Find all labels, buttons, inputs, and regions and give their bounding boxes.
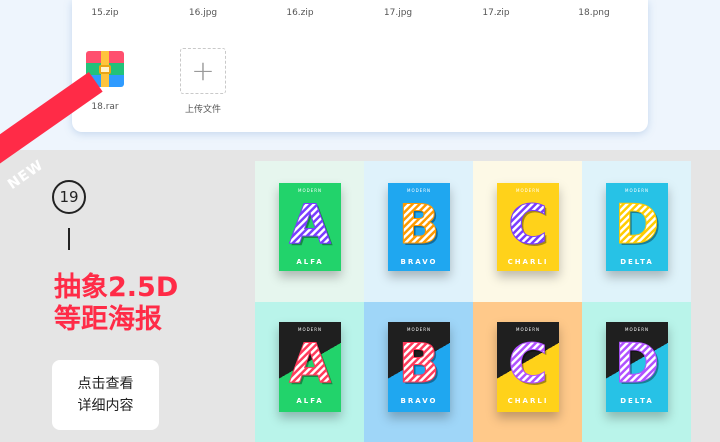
poster-cell: MODERN D D DELTA bbox=[582, 302, 691, 442]
view-details-line1: 点击查看 bbox=[77, 376, 134, 392]
promo-title-line1: 抽象2.5D bbox=[54, 272, 179, 303]
svg-text:B: B bbox=[398, 334, 439, 390]
poster-name: BRAVO bbox=[400, 258, 438, 266]
letter-b-icon: BB bbox=[398, 195, 442, 251]
poster-top-label: MODERN bbox=[516, 188, 540, 193]
poster-name: DELTA bbox=[620, 258, 654, 266]
plus-icon: + bbox=[191, 54, 215, 87]
letter-d-icon: DD bbox=[614, 334, 661, 390]
file-name-17zip[interactable]: 17.zip bbox=[466, 8, 526, 18]
file-name-16jpg[interactable]: 16.jpg bbox=[173, 8, 233, 18]
poster-top-label: MODERN bbox=[298, 188, 322, 193]
poster-name: ALFA bbox=[296, 258, 324, 266]
poster-thumbnail[interactable]: MODERN C C CHARLI bbox=[497, 183, 559, 271]
poster-name: CHARLI bbox=[507, 258, 549, 266]
poster-cell: MODERN A A ALFA bbox=[255, 302, 364, 442]
poster-thumbnail[interactable]: MODERN B B BRAVO bbox=[388, 322, 450, 412]
file-name-15zip[interactable]: 15.zip bbox=[75, 8, 135, 18]
poster-thumbnail[interactable]: MODERN D D DELTA bbox=[606, 322, 668, 412]
new-badge: NEW bbox=[5, 157, 47, 193]
upload-label: 上传文件 bbox=[184, 105, 221, 115]
svg-text:A: A bbox=[289, 195, 331, 251]
poster-thumbnail[interactable]: MODERN A A ALFA bbox=[279, 322, 341, 412]
letter-b-icon: BB bbox=[398, 334, 442, 390]
poster-cell: MODERN C C CHARLI bbox=[473, 161, 582, 302]
file-area: 15.zip 16.jpg 16.zip 17.jpg 17.zip 18.pn… bbox=[0, 0, 720, 150]
item-number: 19 bbox=[59, 188, 79, 206]
poster-thumbnail[interactable]: MODERN D D DELTA bbox=[606, 183, 668, 271]
poster-top-label: MODERN bbox=[298, 327, 322, 332]
poster-name: BRAVO bbox=[400, 397, 438, 405]
svg-text:A: A bbox=[289, 334, 331, 390]
poster-top-label: MODERN bbox=[625, 188, 649, 193]
svg-text:B: B bbox=[398, 195, 439, 251]
svg-text:D: D bbox=[615, 334, 660, 390]
poster-thumbnail[interactable]: MODERN A A ALFA bbox=[279, 183, 341, 271]
poster-cell: MODERN C C CHARLI bbox=[473, 302, 582, 442]
poster-name: DELTA bbox=[620, 397, 654, 405]
view-details-line2: 详细内容 bbox=[77, 398, 134, 414]
poster-thumbnail[interactable]: MODERN B B BRAVO bbox=[388, 183, 450, 271]
poster-name: CHARLI bbox=[507, 397, 549, 405]
view-details-button[interactable]: 点击查看 详细内容 bbox=[52, 360, 159, 430]
poster-gallery: MODERN A A ALFA MODERN B B BRAVO MODERN C C CHARLI M… bbox=[255, 161, 691, 442]
poster-cell: MODERN D D DELTA bbox=[582, 161, 691, 302]
letter-a-icon: AA bbox=[289, 195, 334, 251]
file-list-panel: 15.zip 16.jpg 16.zip 17.jpg 17.zip 18.pn… bbox=[72, 0, 648, 132]
svg-text:C: C bbox=[508, 334, 548, 390]
poster-top-label: MODERN bbox=[407, 327, 431, 332]
letter-a-icon: AA bbox=[289, 334, 334, 390]
poster-name: ALFA bbox=[296, 397, 324, 405]
upload-button[interactable]: + bbox=[180, 48, 226, 94]
letter-d-icon: DD bbox=[614, 195, 661, 251]
poster-top-label: MODERN bbox=[407, 188, 431, 193]
svg-text:D: D bbox=[615, 195, 660, 251]
file-name-17jpg[interactable]: 17.jpg bbox=[368, 8, 428, 18]
poster-top-label: MODERN bbox=[516, 327, 540, 332]
promo-title-line2: 等距海报 bbox=[54, 304, 162, 335]
vertical-divider bbox=[68, 228, 70, 250]
file-name-18png[interactable]: 18.png bbox=[564, 8, 624, 18]
svg-text:C: C bbox=[508, 195, 548, 251]
poster-top-label: MODERN bbox=[625, 327, 649, 332]
file-name-16zip[interactable]: 16.zip bbox=[270, 8, 330, 18]
item-number-badge: 19 bbox=[52, 180, 86, 214]
letter-c-icon: CC bbox=[508, 195, 550, 251]
poster-cell: MODERN A A ALFA bbox=[255, 161, 364, 302]
poster-cell: MODERN B B BRAVO bbox=[364, 161, 473, 302]
promo-section: NEW 19 抽象2.5D 等距海报 点击查看 详细内容 MODERN A A ALF… bbox=[0, 71, 720, 442]
poster-cell: MODERN B B BRAVO bbox=[364, 302, 473, 442]
poster-thumbnail[interactable]: MODERN C C CHARLI bbox=[497, 322, 559, 412]
letter-c-icon: CC bbox=[508, 334, 550, 390]
promo-title: 抽象2.5D 等距海报 bbox=[54, 272, 178, 336]
